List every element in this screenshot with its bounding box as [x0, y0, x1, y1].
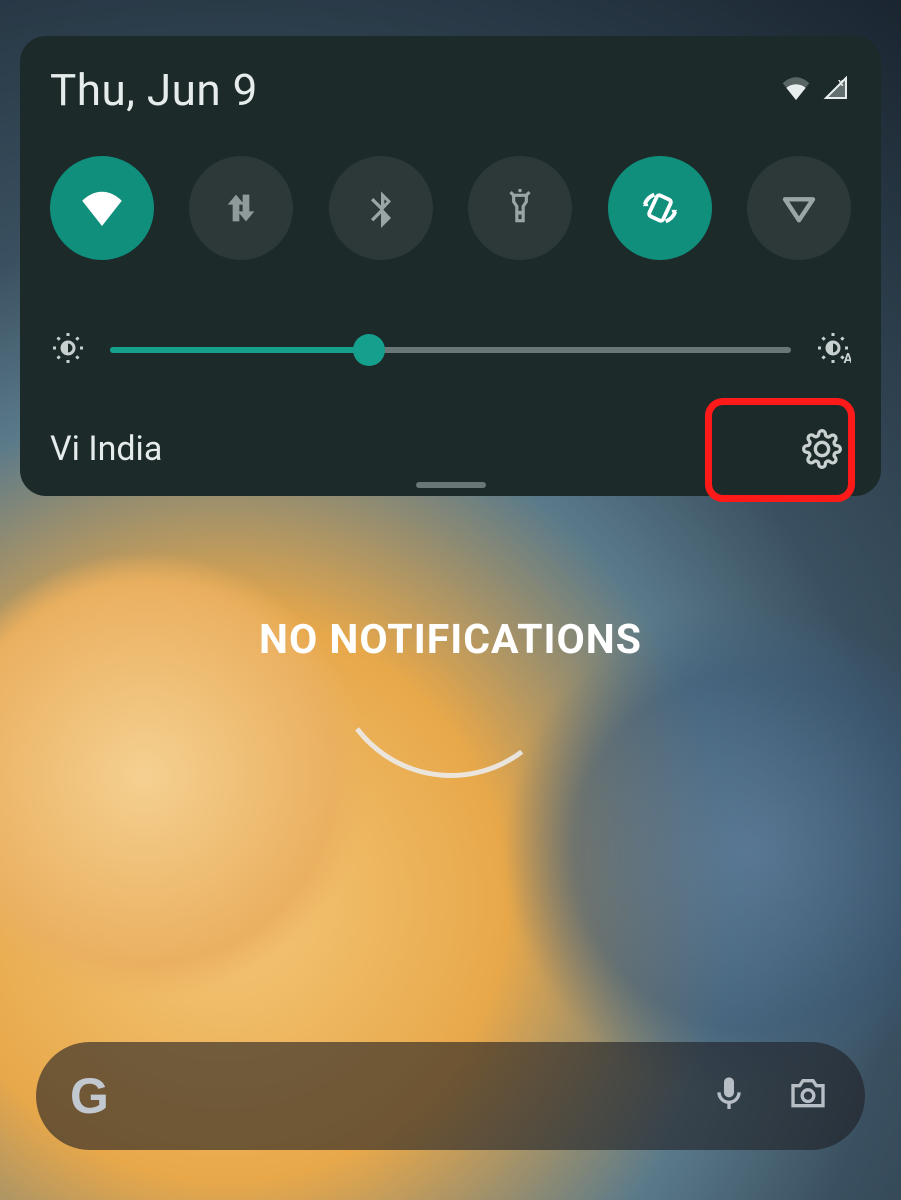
bluetooth-icon: [361, 188, 401, 228]
svg-text:x: x: [838, 76, 844, 89]
brightness-row: A: [50, 330, 851, 370]
status-icons: x: [781, 76, 851, 104]
wifi-icon: [80, 190, 124, 226]
wifi-signal-icon: [781, 76, 811, 104]
mobile-data-tile[interactable]: [189, 156, 293, 260]
google-logo-icon: G: [70, 1067, 109, 1125]
auto-brightness-icon[interactable]: A: [815, 330, 851, 370]
gear-icon: [802, 429, 842, 469]
dnd-tile[interactable]: [747, 156, 851, 260]
cell-signal-x-icon: x: [821, 76, 851, 104]
mic-button[interactable]: [709, 1072, 749, 1120]
wifi-tile[interactable]: [50, 156, 154, 260]
brightness-low-icon: [50, 330, 86, 370]
brightness-thumb[interactable]: [353, 334, 385, 366]
bluetooth-tile[interactable]: [329, 156, 433, 260]
svg-text:A: A: [844, 351, 852, 366]
date-label[interactable]: Thu, Jun 9: [50, 64, 258, 116]
rotate-icon: [637, 185, 683, 231]
no-notifications-label: NO NOTIFICATIONS: [0, 616, 901, 664]
brightness-slider[interactable]: [110, 347, 791, 353]
camera-button[interactable]: [785, 1074, 831, 1118]
data-arrows-icon: [221, 188, 261, 228]
camera-icon: [785, 1074, 831, 1114]
carrier-label: Vi India: [50, 429, 162, 469]
flashlight-tile[interactable]: [468, 156, 572, 260]
flashlight-icon: [501, 187, 539, 229]
mic-icon: [709, 1072, 749, 1116]
quick-settings-tiles: [50, 156, 851, 260]
google-search-bar[interactable]: G: [36, 1042, 865, 1150]
brightness-fill: [110, 347, 369, 353]
settings-button[interactable]: [793, 420, 851, 478]
triangle-down-icon: [778, 187, 820, 229]
auto-rotate-tile[interactable]: [608, 156, 712, 260]
shade-handle[interactable]: [416, 482, 486, 488]
notification-shade: Thu, Jun 9 x: [20, 36, 881, 496]
